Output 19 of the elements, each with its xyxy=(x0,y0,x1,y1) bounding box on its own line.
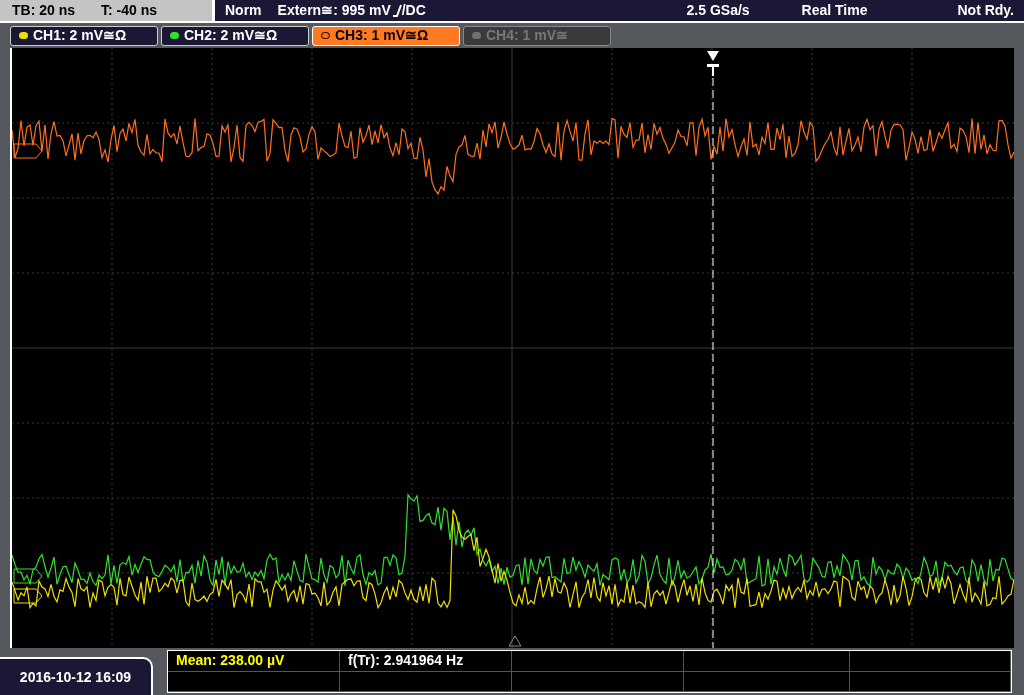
ch2-level-marker-icon[interactable] xyxy=(13,568,43,584)
timebase-label: TB: 20 ns xyxy=(12,1,75,20)
trigger-marker-icon[interactable] xyxy=(707,51,719,76)
coupling-label: /DC xyxy=(401,1,426,20)
rising-edge-icon xyxy=(392,3,402,18)
measurement-result: Mean: 238.00 µV xyxy=(176,651,285,671)
channel-tab[interactable]: CH3: 1 mV≅Ω xyxy=(312,25,460,46)
channel-tab[interactable]: CH1: 2 mV≅Ω xyxy=(10,25,158,46)
measurement-result: f(Tr): 2.941964 Hz xyxy=(348,651,464,671)
status-label: Not Rdy. xyxy=(957,1,1014,20)
sample-rate-label: 2.5 GSa/s xyxy=(686,1,750,20)
trigger-offset-label: T: -40 ns xyxy=(101,1,158,20)
trigger-source-label: Extern≅: 995 mV xyxy=(277,1,391,20)
ch3-level-marker-icon[interactable] xyxy=(13,143,43,159)
ch1-level-marker-icon[interactable] xyxy=(13,588,43,604)
acquisition-mode-label: Real Time xyxy=(801,1,868,20)
trigger-mode-label: Norm xyxy=(225,1,262,20)
channel-tab[interactable]: CH2: 2 mV≅Ω xyxy=(161,25,309,46)
horizontal-position-marker-icon xyxy=(508,635,522,647)
